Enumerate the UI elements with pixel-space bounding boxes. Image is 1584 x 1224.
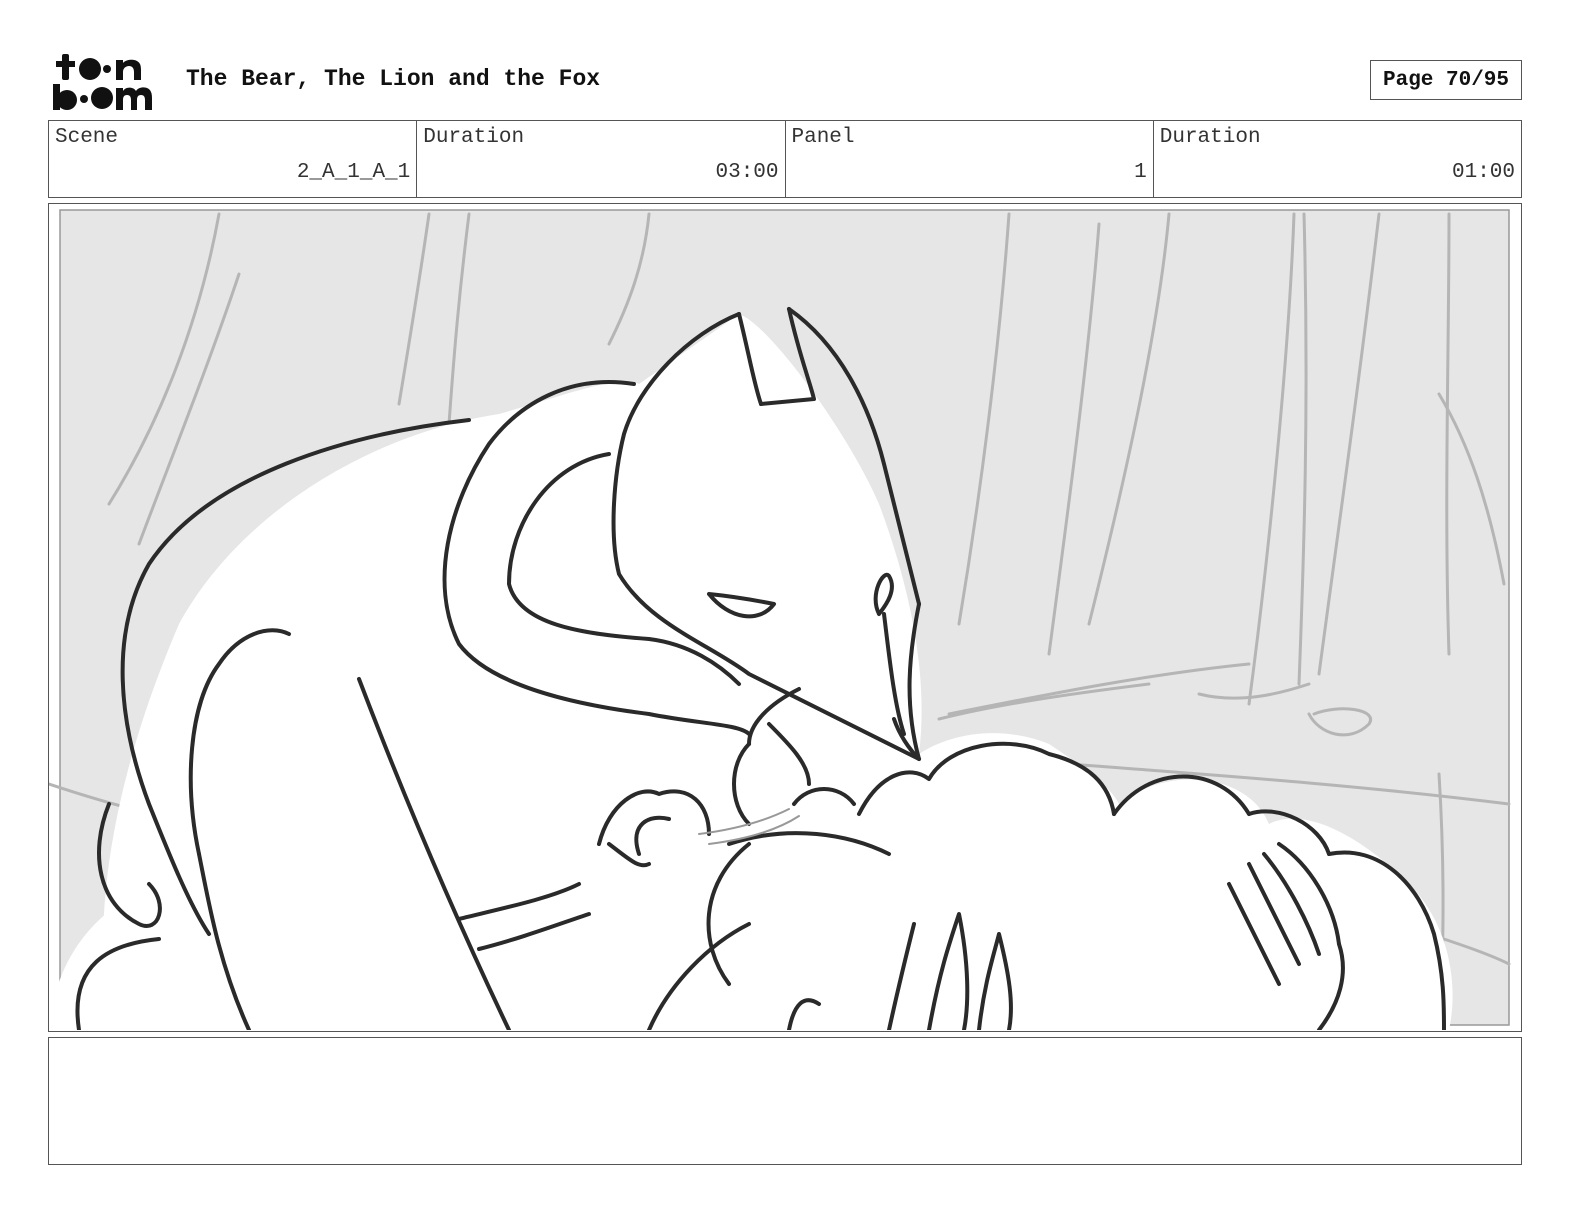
panel-duration-label: Duration bbox=[1159, 126, 1261, 149]
scene-duration-cell: Duration 03:00 bbox=[417, 121, 786, 197]
panel-cell: Panel 1 bbox=[786, 121, 1154, 197]
panel-label: Panel bbox=[791, 126, 855, 149]
scene-label: Scene bbox=[55, 126, 119, 149]
toon-boom-logo bbox=[50, 50, 164, 112]
page-indicator: Page 70/95 bbox=[1370, 60, 1522, 100]
scene-duration-value: 03:00 bbox=[715, 161, 779, 184]
scene-cell: Scene 2_A_1_A_1 bbox=[49, 121, 418, 197]
scene-info-row: Scene 2_A_1_A_1 Duration 03:00 Panel 1 D… bbox=[48, 120, 1522, 198]
scene-value: 2_A_1_A_1 bbox=[296, 161, 411, 184]
panel-duration-value: 01:00 bbox=[1451, 161, 1515, 184]
panel-value: 1 bbox=[1134, 161, 1147, 184]
panel-duration-cell: Duration 01:00 bbox=[1154, 121, 1521, 197]
scene-duration-label: Duration bbox=[423, 126, 525, 149]
document-title: The Bear, The Lion and the Fox bbox=[186, 66, 601, 92]
panel-notes-box bbox=[48, 1037, 1522, 1165]
storyboard-sketch-icon bbox=[49, 204, 1520, 1030]
storyboard-panel bbox=[48, 203, 1522, 1032]
